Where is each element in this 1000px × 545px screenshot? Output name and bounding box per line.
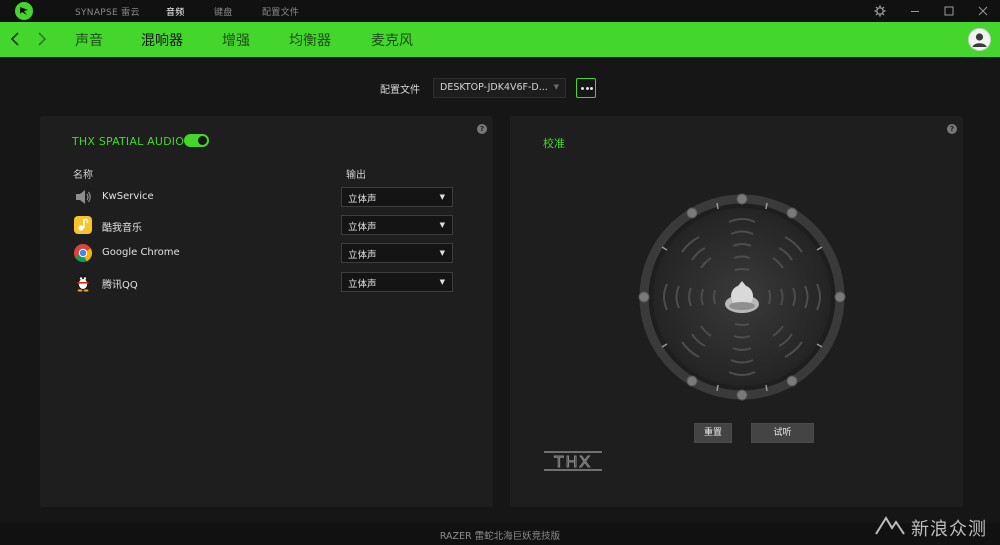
minimize-icon[interactable] xyxy=(907,3,923,19)
app-name: Google Chrome xyxy=(102,247,180,258)
output-dropdown-value: 立体声 xyxy=(348,279,377,290)
user-icon xyxy=(972,33,987,47)
calibration-panel: ? 校准 重置 试听 THX xyxy=(510,116,963,507)
app-row: 酷我音乐 立体声 ▼ xyxy=(40,214,480,236)
title-bar: SYNAPSE 雷云 音频 键盘 配置文件 xyxy=(0,0,1000,22)
tab-synapse[interactable]: SYNAPSE 雷云 xyxy=(75,5,140,18)
watermark-logo-icon xyxy=(875,516,905,535)
back-arrow-icon[interactable] xyxy=(8,31,22,47)
test-listen-button[interactable]: 试听 xyxy=(751,423,814,443)
chevron-down-icon: ▼ xyxy=(439,249,445,257)
profile-label: 配置文件 xyxy=(380,85,420,96)
chevron-down-icon: ▼ xyxy=(439,278,445,286)
toggle-knob xyxy=(198,136,207,145)
close-icon[interactable] xyxy=(975,3,991,19)
help-icon[interactable]: ? xyxy=(477,124,487,134)
device-name: RAZER 雷蛇北海巨妖竞技版 xyxy=(439,531,561,542)
chevron-down-icon: ▼ xyxy=(553,83,559,91)
nav-tab-microphone[interactable]: 麦克风 xyxy=(371,30,413,50)
watermark: 新浪众测 xyxy=(874,512,994,540)
tab-audio[interactable]: 音频 xyxy=(166,5,185,18)
razer-logo-icon xyxy=(15,2,33,20)
app-row: 腾讯QQ 立体声 ▼ xyxy=(40,271,480,293)
spatial-calibration-visualizer[interactable] xyxy=(637,192,847,402)
thx-spatial-audio-toggle[interactable] xyxy=(184,134,209,147)
app-name: 腾讯QQ xyxy=(102,280,138,291)
nav-tab-enhancement[interactable]: 增强 xyxy=(222,30,250,50)
nav-tab-sound[interactable]: 声音 xyxy=(75,30,103,50)
profile-more-button[interactable] xyxy=(576,78,596,98)
app-row: Google Chrome 立体声 ▼ xyxy=(40,242,480,264)
app-name: KwService xyxy=(102,191,154,202)
column-header-name: 名称 xyxy=(73,170,93,181)
reset-button[interactable]: 重置 xyxy=(694,423,732,443)
app-row: KwService 立体声 ▼ xyxy=(40,186,480,208)
output-dropdown-value: 立体声 xyxy=(348,194,377,205)
nav-tab-mixer[interactable]: 混响器 xyxy=(141,30,183,50)
svg-text:THX: THX xyxy=(554,454,592,471)
chevron-down-icon: ▼ xyxy=(439,193,445,201)
tab-keyboard[interactable]: 键盘 xyxy=(214,5,233,18)
settings-gear-icon[interactable] xyxy=(872,3,888,19)
profile-dropdown[interactable]: DESKTOP-JDK4V6F-D... ▼ xyxy=(433,78,566,98)
output-dropdown[interactable]: 立体声 ▼ xyxy=(341,243,453,263)
maximize-icon[interactable] xyxy=(941,3,957,19)
tab-profiles[interactable]: 配置文件 xyxy=(262,5,299,18)
more-dot xyxy=(590,87,593,90)
speaker-icon xyxy=(76,190,91,204)
more-dot xyxy=(585,87,589,90)
section-nav-bar: 声音 混响器 增强 均衡器 麦克风 xyxy=(0,22,1000,57)
qq-penguin-icon xyxy=(77,274,89,292)
output-dropdown-value: 立体声 xyxy=(348,222,377,233)
thx-spatial-audio-title: THX SPATIAL AUDIO xyxy=(72,135,185,148)
app-name: 酷我音乐 xyxy=(102,223,142,234)
user-avatar[interactable] xyxy=(968,28,991,51)
nav-tab-equalizer[interactable]: 均衡器 xyxy=(289,30,331,50)
more-dot xyxy=(581,87,584,90)
column-header-output: 输出 xyxy=(346,170,366,181)
kuwo-music-icon xyxy=(74,216,92,234)
calibration-title: 校准 xyxy=(543,137,565,150)
mixer-panel: ? THX SPATIAL AUDIO 名称 输出 KwService 立体声 … xyxy=(40,116,493,507)
thx-logo: THX xyxy=(544,451,602,472)
chrome-icon xyxy=(74,244,93,263)
status-bar: RAZER 雷蛇北海巨妖竞技版 xyxy=(0,523,1000,545)
output-dropdown-value: 立体声 xyxy=(348,250,377,261)
watermark-text: 新浪众测 xyxy=(911,519,987,540)
output-dropdown[interactable]: 立体声 ▼ xyxy=(341,272,453,292)
forward-arrow-icon[interactable] xyxy=(35,31,49,47)
profile-dropdown-value: DESKTOP-JDK4V6F-D... xyxy=(440,82,548,93)
help-icon[interactable]: ? xyxy=(947,124,957,134)
output-dropdown[interactable]: 立体声 ▼ xyxy=(341,215,453,235)
output-dropdown[interactable]: 立体声 ▼ xyxy=(341,187,453,207)
chevron-down-icon: ▼ xyxy=(439,221,445,229)
